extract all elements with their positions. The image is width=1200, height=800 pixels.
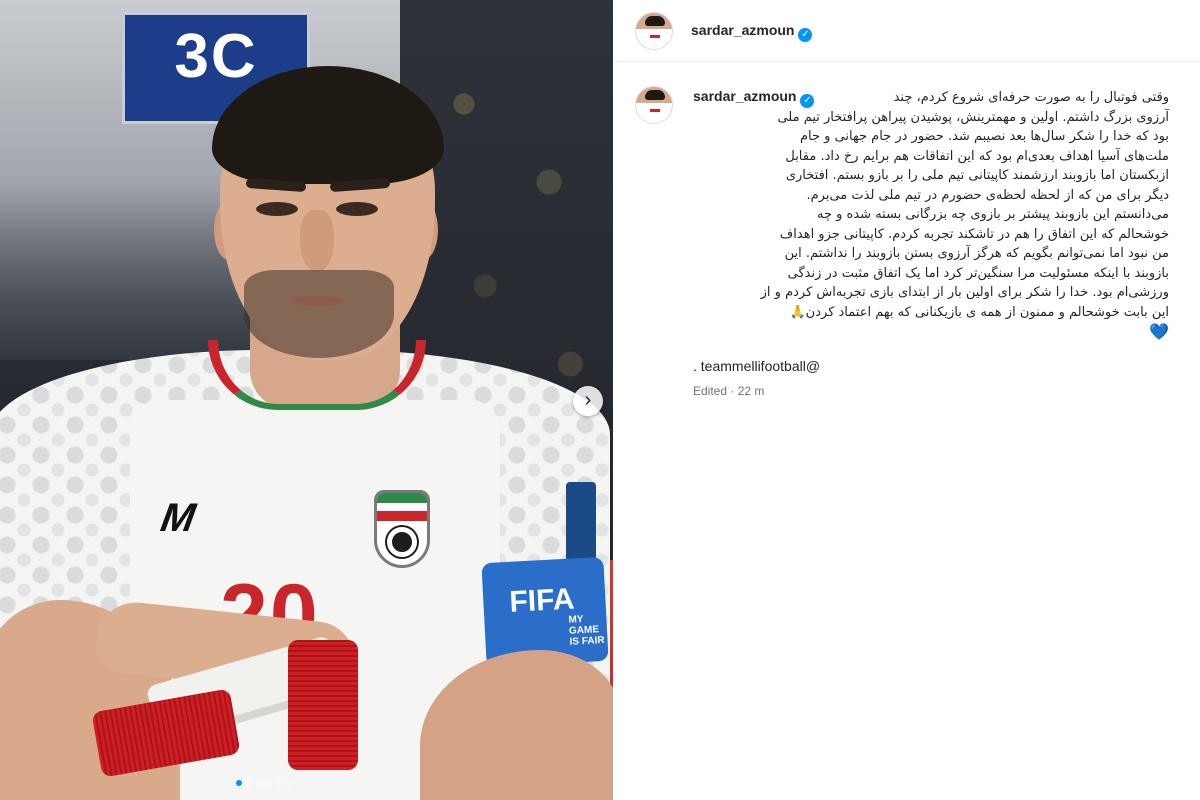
- post-side-panel: sardar_azmoun ✓ وقتی فوتبال را به صورت حر…: [613, 0, 1200, 800]
- blue-heart-icon: 💙: [1149, 322, 1169, 341]
- carousel-dot: [286, 780, 292, 786]
- header-username[interactable]: sardar_azmoun ✓: [691, 22, 813, 42]
- carousel-dot: [276, 780, 282, 786]
- caption-line: ملت‌های آسیا اهداف بعدی‌ام بود که این ات…: [785, 148, 1169, 164]
- player-eye-right: [336, 202, 378, 216]
- armband-slogan: MY GAME IS FAIR: [568, 614, 605, 648]
- avatar[interactable]: [635, 12, 673, 50]
- username-text[interactable]: sardar_azmoun: [693, 88, 796, 104]
- sleeve-badge: [566, 482, 596, 562]
- carousel-dots: [236, 780, 292, 786]
- chevron-right-icon[interactable]: ›: [573, 386, 603, 416]
- carousel-dot: [246, 780, 252, 786]
- caption-line: بازوبند با اینکه مسئولیت مرا سنگین‌تر کر…: [787, 265, 1169, 281]
- caption-line: می‌دانستم این بازوبند پیشتر بر بازوی چه …: [816, 207, 1169, 222]
- caption-line: من نبود اما نمی‌توانم بگویم که هرگز آرزو…: [784, 246, 1169, 261]
- verified-badge-icon: ✓: [798, 28, 813, 42]
- player-nose: [300, 210, 334, 272]
- caption-line: بود که خدا را شکر سال‌ها بعد نصیبم شد. ح…: [800, 129, 1169, 144]
- post-header: sardar_azmoun ✓: [613, 0, 1200, 62]
- caption-line: خوشحالم که این اتفاق را هم در تاشکند تجر…: [779, 226, 1169, 242]
- caption-line: ازبکستان اما بازوبند ارزشمند کاپیتانی تی…: [785, 168, 1169, 183]
- caption-line: آرزوی بزرگ داشتم. اولین و مهمترینش، پوشی…: [777, 109, 1169, 125]
- verified-badge-icon: ✓: [800, 94, 815, 108]
- caption-line: ورزشی‌ام بود. خدا را شکر برای اولین بار …: [760, 285, 1169, 300]
- carousel-dot: [256, 780, 262, 786]
- caption-line: دیگر برای من که از لحظه لحظه‌ی حضورم در …: [806, 187, 1170, 203]
- post-photo[interactable]: 3C M 20 FIFA MY GAME IS FAIR ›: [0, 0, 613, 800]
- carousel-dot: [266, 780, 272, 786]
- carousel-dot: [236, 780, 242, 786]
- player-hair: [212, 66, 444, 184]
- pennant-fringe-right: [288, 640, 358, 770]
- mention-link[interactable]: . teammellifootball@: [693, 358, 820, 374]
- armband-label: FIFA: [508, 582, 576, 619]
- caption-username[interactable]: sardar_azmoun ✓: [693, 88, 815, 108]
- player-figure: M 20 FIFA MY GAME IS FAIR: [0, 0, 613, 800]
- player-beard: [244, 270, 394, 358]
- player-mouth: [290, 296, 344, 306]
- player-eye-left: [256, 202, 298, 216]
- username-text[interactable]: sardar_azmoun: [691, 22, 794, 38]
- team-crest-icon: [374, 490, 430, 568]
- edited-timestamp: Edited · 22 m: [693, 384, 765, 398]
- caption-line: این بابت خوشحالم و ممنون از همه ی بازیکن…: [789, 304, 1170, 320]
- avatar[interactable]: [635, 86, 673, 124]
- caption-text: وقتی فوتبال را به صورت حرفه‌ای شروع کردم…: [693, 88, 1169, 342]
